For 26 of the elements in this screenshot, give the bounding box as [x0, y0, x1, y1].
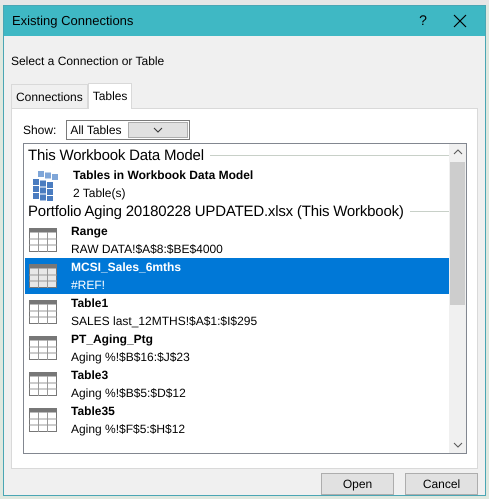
table-icon — [29, 408, 57, 432]
list-item[interactable]: Table1 SALES last_12MTHS!$A$1:$I$295 — [25, 294, 449, 330]
instruction-text: Select a Connection or Table — [10, 52, 166, 70]
table-icon — [29, 336, 57, 360]
show-dropdown[interactable]: All Tables — [66, 120, 190, 140]
list-item[interactable]: PT_Aging_Ptg Aging %!$B$16:$J$23 — [25, 330, 449, 366]
scrollbar[interactable] — [449, 144, 466, 453]
table-icon — [29, 372, 57, 396]
table-icon — [29, 228, 57, 252]
list-item[interactable]: Table35 Aging %!$F$5:$H$12 — [25, 402, 449, 438]
section-heading: This Workbook Data Model — [28, 146, 204, 166]
list-item[interactable]: MCSI_Sales_6mths #REF! — [25, 258, 449, 294]
list-item[interactable]: Table3 Aging %!$B$5:$D$12 — [25, 366, 449, 402]
table-icon — [29, 264, 57, 288]
cancel-button[interactable]: Cancel — [405, 473, 478, 495]
tab[interactable]: Connections — [11, 84, 88, 108]
close-icon[interactable] — [453, 14, 467, 28]
list-item[interactable]: Range RAW DATA!$A$8:$BE$4000 — [25, 222, 449, 258]
window-title: Existing Connections — [12, 12, 134, 30]
open-button[interactable]: Open — [321, 473, 394, 495]
section-heading: Portfolio Aging 20180228 UPDATED.xlsx (This Workbook) — [28, 202, 404, 222]
help-button[interactable]: ? — [403, 10, 443, 32]
show-label: Show: — [23, 122, 56, 139]
tab[interactable]: Tables — [88, 82, 132, 109]
list-item[interactable]: Tables in Workbook Data Model 2 Table(s) — [25, 166, 449, 202]
table-icon — [29, 300, 57, 324]
